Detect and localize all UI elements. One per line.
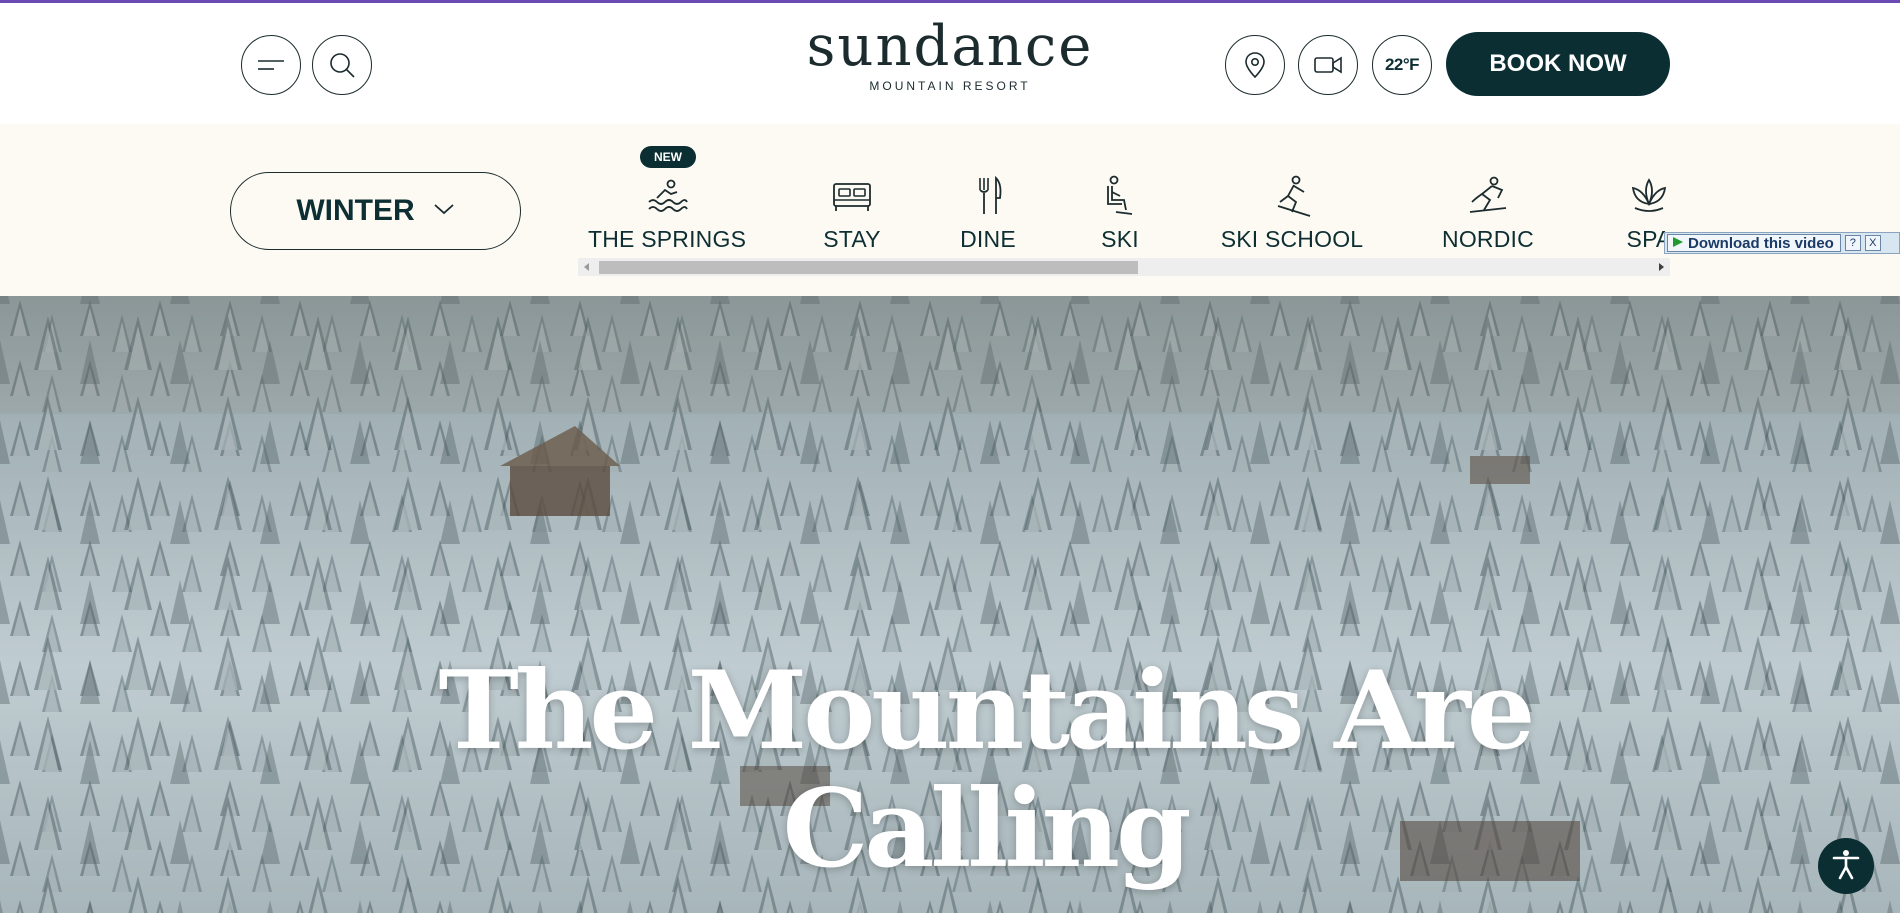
site-header: sundance MOUNTAIN RESORT 22°F BOOK NOW	[0, 3, 1900, 124]
book-now-button[interactable]: BOOK NOW	[1446, 32, 1670, 96]
nav-label: DINE	[960, 226, 1016, 252]
nav-item-ski-school[interactable]: SKI SCHOOL	[1220, 172, 1364, 253]
season-label: WINTER	[296, 194, 415, 227]
fork-knife-icon	[950, 172, 1026, 220]
nav-item-the-springs[interactable]: THE SPRINGS	[588, 172, 746, 253]
accessibility-button[interactable]	[1818, 838, 1874, 894]
nav-item-nordic[interactable]: NORDIC	[1438, 172, 1538, 253]
download-video-button[interactable]: Download this video	[1667, 234, 1841, 252]
nav-label: SKI SCHOOL	[1220, 226, 1364, 252]
menu-button[interactable]	[241, 35, 301, 95]
lotus-icon	[1614, 172, 1670, 220]
ski-instructor-icon	[1220, 172, 1364, 220]
download-video-label: Download this video	[1688, 234, 1834, 252]
nav-label: SKI	[1101, 226, 1139, 252]
nav-item-dine[interactable]: DINE	[950, 172, 1026, 253]
video-camera-icon	[1313, 54, 1343, 76]
swimmer-icon	[588, 172, 746, 220]
hero-video: The Mountains Are Calling	[0, 296, 1900, 913]
location-pin-icon	[1243, 51, 1267, 79]
download-video-bar: Download this video ? X	[1664, 232, 1900, 254]
nav-item-spa[interactable]: SPA	[1614, 172, 1670, 253]
nordic-skier-icon	[1438, 172, 1538, 220]
help-button[interactable]: ?	[1844, 235, 1861, 251]
nav-label: STAY	[823, 226, 881, 252]
chevron-down-icon	[433, 202, 455, 221]
scroll-left-arrow-icon[interactable]	[578, 258, 596, 276]
hero-headline: The Mountains Are Calling	[380, 652, 1590, 888]
temperature-readout: 22°F	[1384, 55, 1420, 74]
search-button[interactable]	[312, 35, 372, 95]
weather-button[interactable]: 22°F	[1372, 35, 1432, 95]
nav-scrollbar[interactable]	[578, 258, 1670, 276]
site-logo[interactable]: sundance MOUNTAIN RESORT	[800, 14, 1100, 94]
chairlift-icon	[1090, 172, 1150, 220]
hero-title-line-2: Calling	[782, 766, 1191, 892]
bed-icon	[812, 172, 892, 220]
season-selector[interactable]: WINTER	[230, 172, 521, 250]
nav-clip: SPA	[1600, 124, 1670, 258]
new-badge: NEW	[640, 146, 696, 168]
logo-wordmark: sundance	[806, 14, 1094, 79]
logo-tagline: MOUNTAIN RESORT	[869, 79, 1031, 93]
nav-item-stay[interactable]: STAY	[812, 172, 892, 253]
nav-label: NORDIC	[1442, 226, 1534, 252]
menu-icon	[256, 57, 286, 73]
play-icon	[1672, 235, 1684, 252]
close-button[interactable]: X	[1864, 235, 1881, 251]
nav-item-ski[interactable]: SKI	[1090, 172, 1150, 253]
location-button[interactable]	[1225, 35, 1285, 95]
hero-title-line-1: The Mountains Are	[438, 648, 1535, 774]
nav-label: SPA	[1626, 226, 1670, 252]
nav-label: THE SPRINGS	[588, 226, 747, 252]
webcam-button[interactable]	[1298, 35, 1358, 95]
scroll-right-arrow-icon[interactable]	[1652, 258, 1670, 276]
accessibility-icon	[1829, 847, 1863, 886]
category-nav: WINTER NEW THE SPRINGS STAY DINE SKI SKI…	[0, 124, 1900, 296]
scrollbar-thumb[interactable]	[599, 261, 1138, 274]
search-icon	[327, 50, 357, 80]
